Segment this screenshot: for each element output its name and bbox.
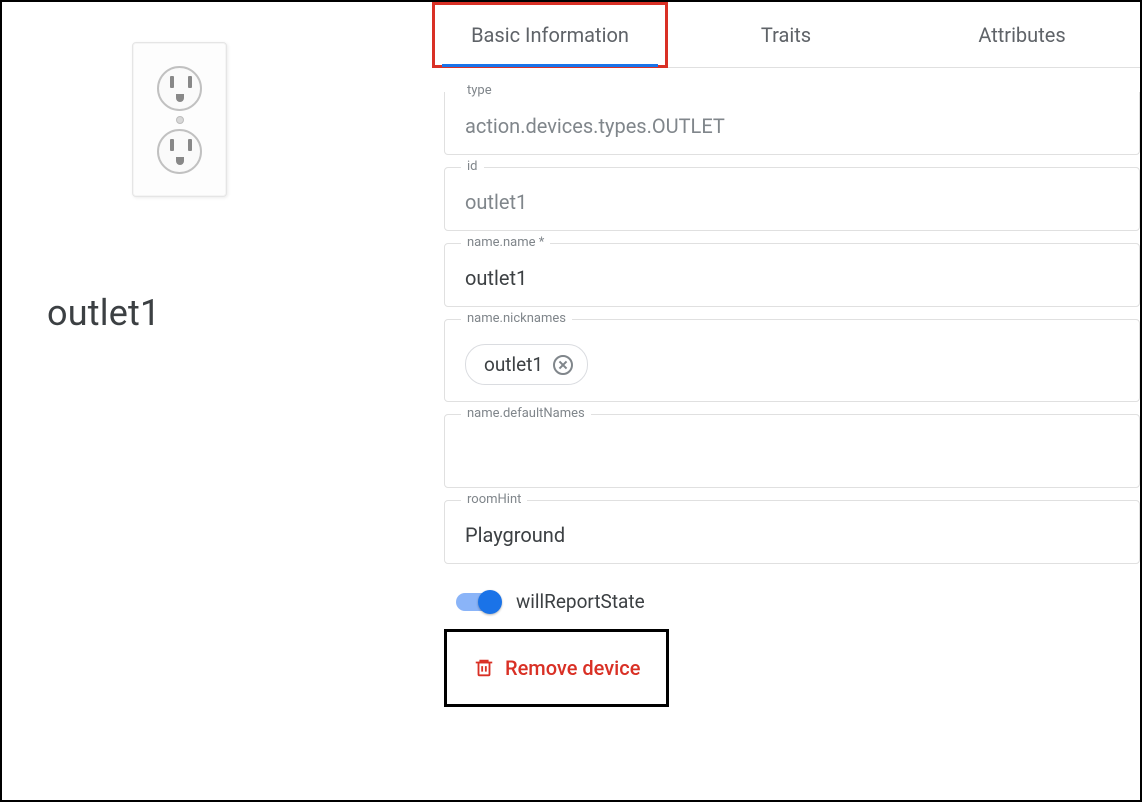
field-label: name.name * (461, 235, 550, 250)
tab-attributes[interactable]: Attributes (904, 2, 1140, 67)
chip-label: outlet1 (484, 353, 543, 376)
toggle-knob (478, 590, 502, 614)
tab-label: Attributes (978, 23, 1065, 47)
form-area: type action.devices.types.OUTLET id outl… (432, 68, 1140, 707)
device-image-outlet (132, 42, 227, 197)
field-value: action.devices.types.OUTLET (465, 114, 1119, 138)
field-name[interactable]: name.name * outlet1 (444, 243, 1140, 307)
field-label: type (461, 83, 498, 98)
plate-screw-icon (176, 116, 184, 124)
field-label: roomHint (461, 492, 527, 507)
outlet-socket-icon (157, 66, 202, 111)
device-detail-panel: Basic Information Traits Attributes type… (432, 2, 1140, 800)
field-room-hint[interactable]: roomHint Playground (444, 500, 1140, 564)
outlet-socket-icon (157, 129, 202, 174)
remove-chip-icon[interactable] (553, 355, 573, 375)
field-value: outlet1 (465, 266, 1119, 290)
remove-device-button[interactable]: Remove device (473, 656, 640, 680)
trash-icon (473, 657, 495, 679)
toggle-label: willReportState (516, 590, 645, 613)
remove-device-highlight-box: Remove device (444, 629, 669, 707)
toggle-will-report-state[interactable] (456, 593, 500, 611)
remove-device-label: Remove device (505, 656, 640, 680)
toggle-will-report-state-row: willReportState (456, 590, 1140, 613)
field-label: id (461, 159, 484, 174)
field-label: name.defaultNames (461, 406, 591, 421)
tab-basic-information[interactable]: Basic Information (432, 2, 668, 67)
tab-traits[interactable]: Traits (668, 2, 904, 67)
device-title: outlet1 (47, 292, 160, 334)
field-nicknames[interactable]: name.nicknames outlet1 (444, 319, 1140, 402)
tab-label: Basic Information (471, 23, 629, 47)
field-value: Playground (465, 523, 1119, 547)
field-label: name.nicknames (461, 311, 572, 326)
field-default-names[interactable]: name.defaultNames (444, 414, 1140, 488)
field-type[interactable]: type action.devices.types.OUTLET (444, 92, 1140, 155)
field-id[interactable]: id outlet1 (444, 167, 1140, 231)
nickname-chip[interactable]: outlet1 (465, 344, 588, 385)
field-value: outlet1 (465, 190, 1119, 214)
device-summary-panel: outlet1 (2, 2, 432, 800)
tab-bar: Basic Information Traits Attributes (432, 2, 1140, 68)
tab-label: Traits (761, 23, 811, 47)
